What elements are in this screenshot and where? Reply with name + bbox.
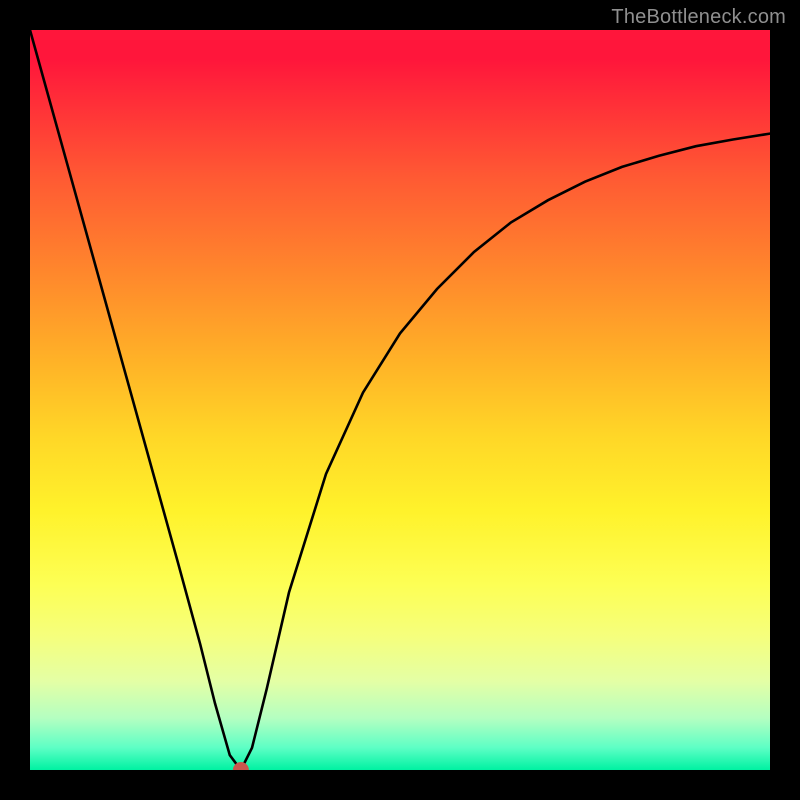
chart-frame: TheBottleneck.com: [0, 0, 800, 800]
watermark-text: TheBottleneck.com: [611, 6, 786, 29]
chart-plot-area: [30, 30, 770, 770]
bottleneck-curve: [30, 30, 770, 770]
chart-curve-layer: [30, 30, 770, 770]
